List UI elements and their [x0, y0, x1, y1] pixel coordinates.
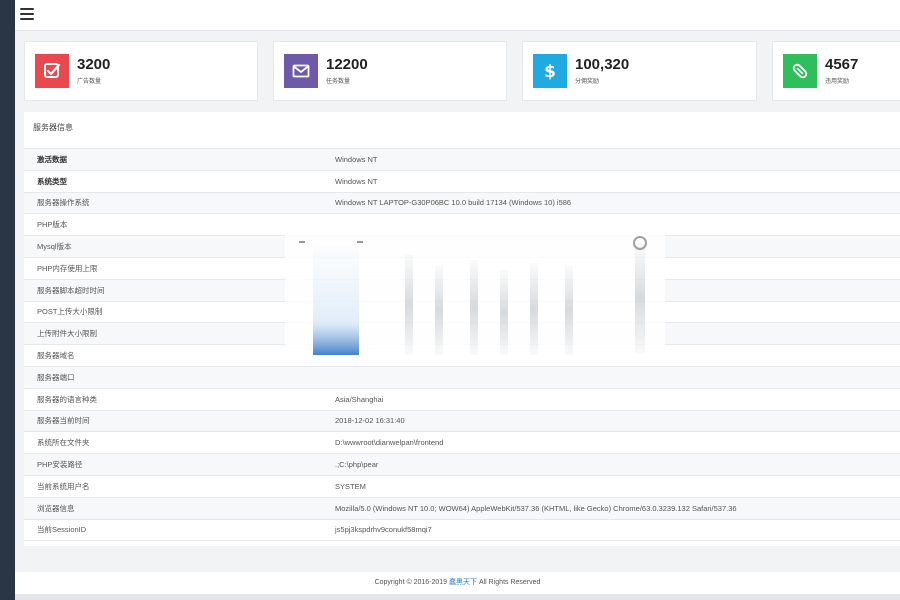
footer-rights: All Rights Reserved	[478, 579, 541, 586]
row-key: 上传附件大小限制	[24, 322, 327, 345]
table-row: PHP版本	[24, 213, 900, 236]
row-value	[327, 300, 900, 323]
row-value: SYSTEM	[327, 474, 900, 498]
row-key: PHP版本	[24, 213, 327, 236]
table-row: 服务器的语言种类 Asia/Shanghai	[24, 387, 900, 411]
stat-value: 100,320	[575, 56, 630, 73]
stat-card-commission[interactable]: $ 100,320 分佣奖励	[522, 41, 757, 101]
table-row: Mysql版本	[24, 235, 900, 258]
row-value	[327, 213, 900, 236]
table-row: 服务器脚本超时时间	[24, 278, 900, 302]
row-value: Mozilla/5.0 (Windows NT 10.0; WOW64) App…	[327, 496, 900, 520]
row-key: PHP内存使用上限	[24, 256, 327, 280]
table-row: 激活数据 Windows NT	[24, 148, 900, 171]
bottom-strip	[15, 594, 900, 600]
table-row: 服务器当前时间 2018-12-02 16:31:40	[24, 409, 900, 432]
paperclip-icon	[783, 54, 817, 88]
row-key: 服务器脚本超时时间	[24, 278, 327, 302]
top-bar	[15, 0, 900, 31]
server-info-table: 激活数据 Windows NT 系统类型 Windows NT 服务器操作系统 …	[24, 148, 900, 542]
row-value: Windows NT	[327, 148, 900, 171]
row-key: 服务器端口	[24, 365, 327, 389]
dollar-icon: $	[533, 54, 567, 88]
envelope-icon	[284, 54, 318, 88]
stat-value: 4567	[825, 56, 859, 73]
table-row: 浏览器信息 Mozilla/5.0 (Windows NT 10.0; WOW6…	[24, 496, 900, 520]
table-row: PHP安装路径 .;C:\php\pear	[24, 453, 900, 476]
stat-value: 12200	[326, 56, 368, 73]
row-key: 浏览器信息	[24, 496, 327, 520]
row-value: Asia/Shanghai	[327, 387, 900, 411]
row-key: 系统类型	[24, 169, 327, 193]
row-value: Windows NT	[327, 169, 900, 193]
table-row: 服务器域名	[24, 344, 900, 367]
svg-text:$: $	[544, 62, 556, 81]
stat-card-rewards[interactable]: 4567 违用奖励	[772, 41, 900, 101]
row-key: Mysql版本	[24, 235, 327, 258]
table-row: POST上传大小限制	[24, 300, 900, 323]
row-value	[327, 365, 900, 389]
table-row: PHP内存使用上限	[24, 256, 900, 280]
table-row: 上传附件大小限制	[24, 322, 900, 345]
row-key: 服务器当前时间	[24, 409, 327, 432]
stat-card-ads[interactable]: 3200 广告数量	[24, 41, 258, 101]
stat-card-tasks[interactable]: 12200 任务数量	[273, 41, 507, 101]
stat-label: 违用奖励	[825, 79, 850, 85]
row-value: js5pj3kspdrhv9conukf58mqi7	[327, 518, 900, 542]
stat-label: 任务数量	[326, 79, 351, 85]
table-row: 系统类型 Windows NT	[24, 169, 900, 193]
row-key: 当前系统用户名	[24, 474, 327, 498]
row-key: 当前SessionID	[24, 518, 327, 542]
server-info-panel: 服务器信息 激活数据 Windows NT 系统类型 Windows NT 服务…	[24, 112, 900, 546]
row-value	[327, 344, 900, 367]
row-value	[327, 278, 900, 302]
row-value: D:\wwwroot\dianwelpan\frontend	[327, 431, 900, 454]
row-value: Windows NT LAPTOP-G30P06BC 10.0 build 17…	[327, 191, 900, 214]
table-row: 当前SessionID js5pj3kspdrhv9conukf58mqi7	[24, 518, 900, 542]
row-key: 服务器操作系统	[24, 191, 327, 214]
row-value: .;C:\php\pear	[327, 453, 900, 476]
footer-copyright: Copyright © 2016-2019	[374, 579, 448, 586]
table-row: 当前系统用户名 SYSTEM	[24, 474, 900, 498]
stat-label: 广告数量	[77, 79, 102, 85]
row-key: 系统所在文件夹	[24, 431, 327, 454]
row-key: 服务器域名	[24, 344, 327, 367]
menu-icon[interactable]	[20, 8, 34, 20]
table-row: 服务器端口	[24, 365, 900, 389]
row-value	[327, 235, 900, 258]
checkbox-icon	[35, 54, 69, 88]
row-key: 服务器的语言种类	[24, 387, 327, 411]
table-row: 服务器操作系统 Windows NT LAPTOP-G30P06BC 10.0 …	[24, 191, 900, 214]
row-key: 激活数据	[24, 148, 327, 171]
stat-value: 3200	[77, 56, 111, 73]
table-row: 系统所在文件夹 D:\wwwroot\dianwelpan\frontend	[24, 431, 900, 454]
row-key: PHP安装路径	[24, 453, 327, 476]
row-key: POST上传大小限制	[24, 300, 327, 323]
footer-link[interactable]: 蠢黑天下	[449, 579, 477, 586]
row-value	[327, 322, 900, 345]
main-area: 3200 广告数量 12200 任务数量 $ 100,320 分佣奖励 4567…	[15, 0, 900, 600]
stat-label: 分佣奖励	[575, 79, 600, 85]
row-value: 2018-12-02 16:31:40	[327, 409, 900, 432]
row-value	[327, 256, 900, 280]
sidebar-edge	[0, 0, 15, 600]
footer: Copyright © 2016-2019 蠢黑天下 All Rights Re…	[15, 572, 900, 594]
panel-title: 服务器信息	[33, 123, 73, 132]
